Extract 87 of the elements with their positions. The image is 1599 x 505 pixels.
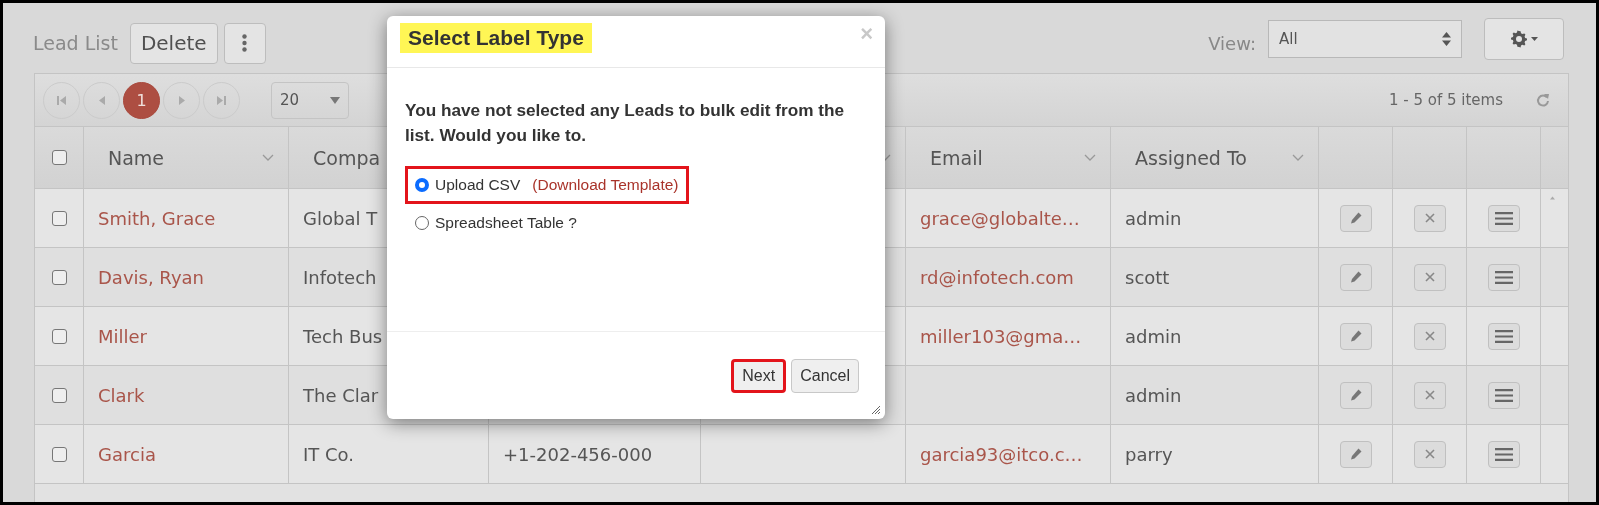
row-checkbox[interactable]: [51, 446, 67, 462]
close-icon: [1424, 390, 1435, 400]
table-cell: IT Co.: [303, 443, 354, 465]
option-label[interactable]: Upload CSV: [435, 176, 521, 194]
table-cell: The Clar: [303, 384, 379, 406]
page-title: Lead List: [33, 32, 118, 54]
pencil-icon: [1349, 389, 1362, 401]
row-checkbox[interactable]: [51, 387, 67, 403]
sort-arrows-icon: [1442, 32, 1451, 46]
table-cell: Tech Bus: [303, 325, 383, 347]
menu-icon: [1494, 211, 1513, 225]
close-icon: [1424, 449, 1435, 459]
dropdown-arrow-icon: [330, 96, 340, 104]
option-label[interactable]: Spreadsheet Table ?: [435, 214, 577, 232]
resize-grip-icon: [871, 405, 880, 414]
delete-row-button[interactable]: [1413, 322, 1446, 350]
close-icon: [1424, 213, 1435, 223]
items-summary: 1 - 5 of 5 items: [1388, 91, 1503, 109]
lead-name-link[interactable]: Miller: [98, 325, 147, 347]
menu-button[interactable]: [1487, 204, 1520, 232]
view-label: View:: [1208, 32, 1256, 54]
table-cell: admin: [1125, 325, 1182, 347]
menu-icon: [1494, 270, 1513, 284]
refresh-icon[interactable]: [1536, 92, 1550, 108]
lead-name-link[interactable]: Clark: [98, 384, 145, 406]
email-link[interactable]: garcia93@itco.c…: [920, 443, 1083, 465]
edit-button[interactable]: [1339, 263, 1372, 291]
delete-row-button[interactable]: [1413, 440, 1446, 468]
scroll-up-icon[interactable]: [1550, 195, 1555, 201]
lead-name-link[interactable]: Smith, Grace: [98, 207, 216, 229]
more-button[interactable]: [223, 22, 266, 64]
lead-name-link[interactable]: Garcia: [98, 443, 156, 465]
menu-icon: [1494, 329, 1513, 343]
row-checkbox[interactable]: [51, 210, 67, 226]
edit-button[interactable]: [1339, 322, 1372, 350]
dialog-title: Select Label Type: [400, 23, 592, 53]
pencil-icon: [1349, 271, 1362, 283]
menu-button[interactable]: [1487, 263, 1520, 291]
menu-button[interactable]: [1487, 381, 1520, 409]
delete-button[interactable]: Delete: [129, 22, 218, 64]
pencil-icon: [1349, 448, 1362, 460]
dialog-message: You have not selected any Leads to bulk edit from the list. Would you like to.: [405, 99, 845, 147]
table-cell: +1-202-456-000: [503, 443, 653, 465]
column-header[interactable]: Compa: [313, 146, 381, 169]
column-header[interactable]: Email: [930, 146, 983, 169]
dialog-button[interactable]: Next: [731, 358, 787, 393]
menu-button[interactable]: [1487, 440, 1520, 468]
table-cell: Infotech: [303, 266, 377, 288]
close-icon: [1424, 272, 1435, 282]
radio-button[interactable]: [415, 216, 429, 230]
menu-icon: [1494, 388, 1513, 402]
settings-button[interactable]: [1484, 18, 1564, 60]
pencil-icon: [1349, 212, 1362, 224]
table-cell: scott: [1125, 266, 1170, 288]
table-cell: Global T: [303, 207, 378, 229]
row-checkbox[interactable]: [51, 328, 67, 344]
edit-button[interactable]: [1339, 440, 1372, 468]
last-page-icon: [217, 95, 226, 105]
kebab-icon: [242, 34, 248, 52]
edit-button[interactable]: [1339, 204, 1372, 232]
menu-icon: [1494, 447, 1513, 461]
previous-page-icon: [98, 95, 105, 105]
email-link[interactable]: miller103@gma…: [920, 325, 1082, 347]
email-link[interactable]: rd@infotech.com: [920, 266, 1074, 288]
table-cell: admin: [1125, 384, 1182, 406]
row-checkbox[interactable]: [51, 269, 67, 285]
close-icon: [1424, 331, 1435, 341]
column-header[interactable]: Assigned To: [1135, 146, 1247, 169]
view-select[interactable]: All: [1268, 20, 1462, 58]
select-all-checkbox[interactable]: [51, 150, 67, 165]
table-cell: admin: [1125, 207, 1182, 229]
column-header[interactable]: Name: [108, 146, 165, 169]
first-page-icon: [57, 95, 66, 105]
lead-name-link[interactable]: Davis, Ryan: [98, 266, 204, 288]
page-size-select[interactable]: 20: [271, 81, 349, 119]
dialog-button[interactable]: Cancel: [791, 358, 859, 393]
delete-row-button[interactable]: [1413, 204, 1446, 232]
next-page-icon: [178, 95, 185, 105]
download-template-link[interactable]: (Download Template): [532, 176, 679, 194]
settings-icon: [1509, 29, 1539, 49]
pencil-icon: [1349, 330, 1362, 342]
email-link[interactable]: grace@globalte…: [920, 207, 1080, 229]
table-cell: parry: [1125, 443, 1173, 465]
page-button[interactable]: 1: [123, 81, 160, 119]
edit-button[interactable]: [1339, 381, 1372, 409]
radio-button[interactable]: [415, 178, 429, 192]
menu-button[interactable]: [1487, 322, 1520, 350]
